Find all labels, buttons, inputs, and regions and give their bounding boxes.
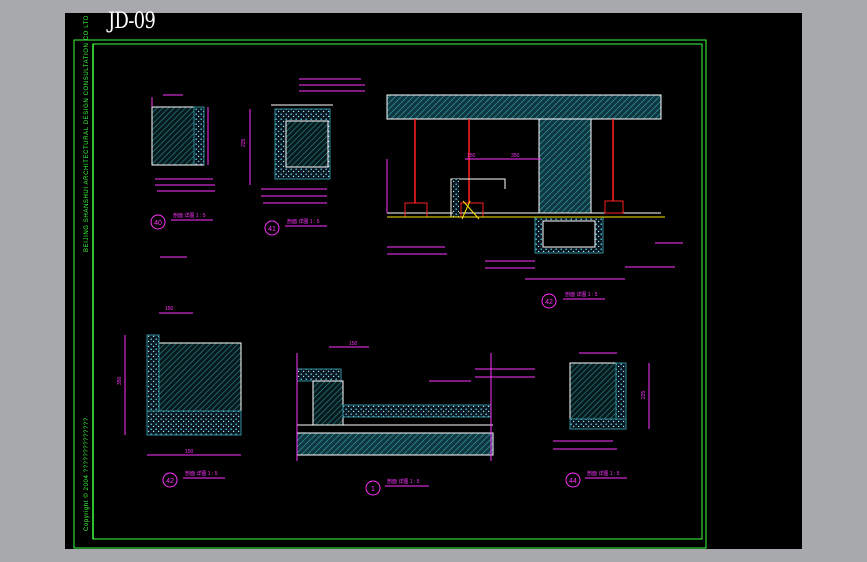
detail-40: 40 剖面 详图 1 : 5 xyxy=(150,94,215,258)
detail-42-bottom: 150 350 150 42 剖面 详图 1 : 5 xyxy=(117,306,242,488)
detail-1: 150 1 剖面 详图 1 : 5 xyxy=(296,341,535,496)
scale-label-40: 剖面 详图 1 : 5 xyxy=(173,212,206,219)
detail-drawings: 40 剖面 详图 1 : 5 225 41 剖面 详图 1 : 5 150 35… xyxy=(73,39,707,549)
marker-44: 44 xyxy=(569,478,577,485)
detail-41: 225 41 剖面 详图 1 : 5 xyxy=(241,78,365,236)
detail-44: 225 44 剖面 详图 1 : 5 xyxy=(553,352,650,488)
marker-42-top: 42 xyxy=(545,299,553,306)
detail-42-ceiling: 150 350 42 剖面 详图 1 : 5 xyxy=(386,94,683,309)
dim-41-height: 225 xyxy=(241,138,247,147)
marker-42-bottom: 42 xyxy=(166,478,174,485)
dim-42b-side: 350 xyxy=(117,376,123,385)
scale-label-42-top: 剖面 详图 1 : 5 xyxy=(565,291,598,298)
marker-41: 41 xyxy=(268,226,276,233)
scale-label-44: 剖面 详图 1 : 5 xyxy=(587,470,620,477)
dim-42-350: 350 xyxy=(511,153,520,159)
marker-1: 1 xyxy=(371,486,375,493)
scale-label-41: 剖面 详图 1 : 5 xyxy=(287,218,320,225)
dim-42b-bottom: 150 xyxy=(185,449,194,455)
cad-drawing-canvas[interactable]: JD-09 BEIJING SHANSHUI ARCHITECTURAL DES… xyxy=(65,9,802,549)
dim-42b-top: 150 xyxy=(165,306,174,312)
dim-42-150: 150 xyxy=(467,153,476,159)
scale-label-42-bottom: 剖面 详图 1 : 5 xyxy=(185,470,218,477)
dim-1-top: 150 xyxy=(349,341,358,347)
dim-44-side: 225 xyxy=(641,390,647,399)
scale-label-1: 剖面 详图 1 : 5 xyxy=(387,478,420,485)
marker-40: 40 xyxy=(154,220,162,227)
